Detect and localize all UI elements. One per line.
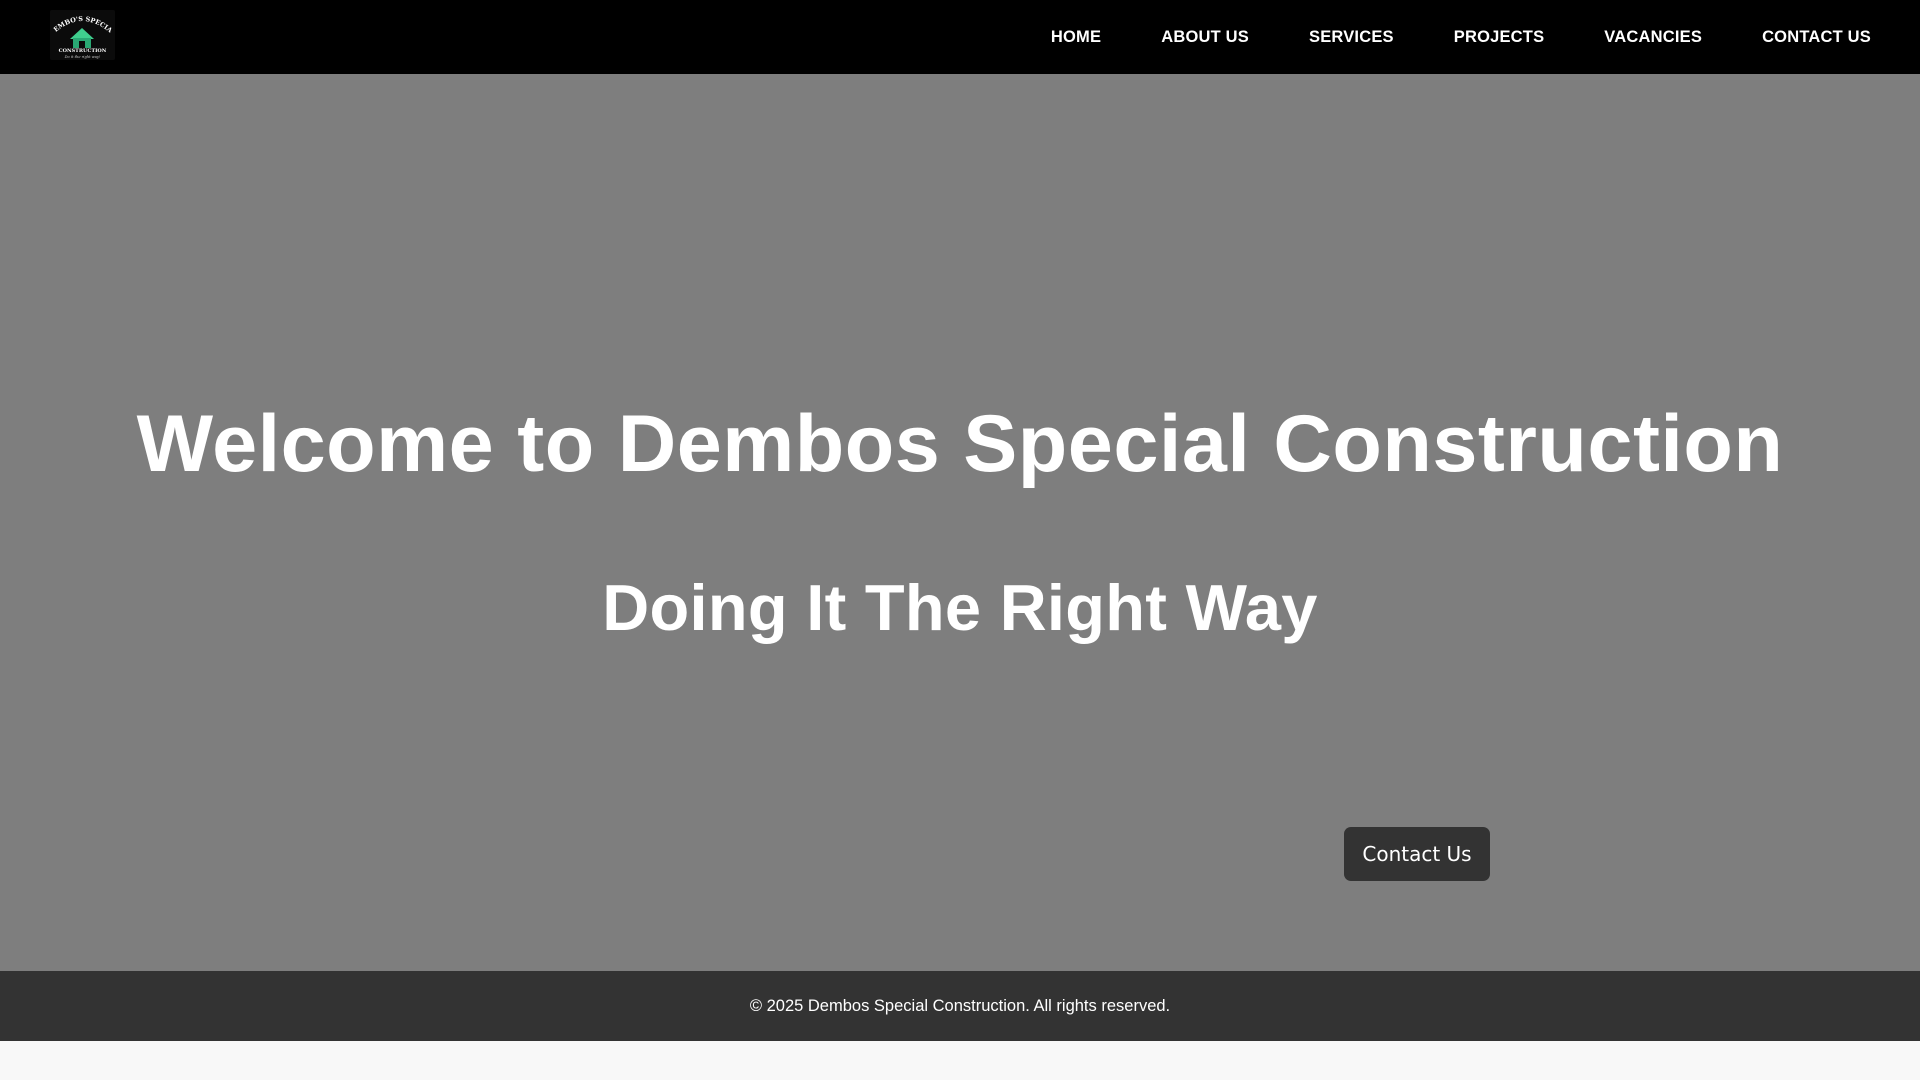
main-nav: HOME ABOUT US SERVICES PROJECTS VACANCIE… [1051, 0, 1871, 74]
nav-projects[interactable]: PROJECTS [1454, 28, 1545, 47]
site-footer: © 2025 Dembos Special Construction. All … [0, 971, 1920, 1041]
nav-contact-us[interactable]: CONTACT US [1762, 28, 1871, 47]
hero-subtitle: Doing It The Right Way [602, 571, 1318, 644]
hero-section: Welcome to Dembos Special Construction D… [0, 74, 1920, 971]
hero-title: Welcome to Dembos Special Construction [136, 399, 1784, 489]
logo-tagline: Do it the right way! [64, 55, 101, 59]
copyright-text: © 2025 Dembos Special Construction. All … [749, 996, 1171, 1015]
site-header: DEMBO'S SPECIAL CONSTRUCTION Do it the r… [0, 0, 1920, 74]
nav-services[interactable]: SERVICES [1309, 28, 1394, 47]
nav-home[interactable]: HOME [1051, 28, 1101, 47]
site-logo[interactable]: DEMBO'S SPECIAL CONSTRUCTION Do it the r… [50, 10, 115, 60]
logo-bottom-text: CONSTRUCTION [59, 48, 107, 54]
house-logo-icon: DEMBO'S SPECIAL CONSTRUCTION Do it the r… [50, 10, 115, 60]
contact-us-button[interactable]: Contact Us [1344, 827, 1490, 881]
nav-vacancies[interactable]: VACANCIES [1604, 28, 1702, 47]
nav-about-us[interactable]: ABOUT US [1161, 28, 1249, 47]
